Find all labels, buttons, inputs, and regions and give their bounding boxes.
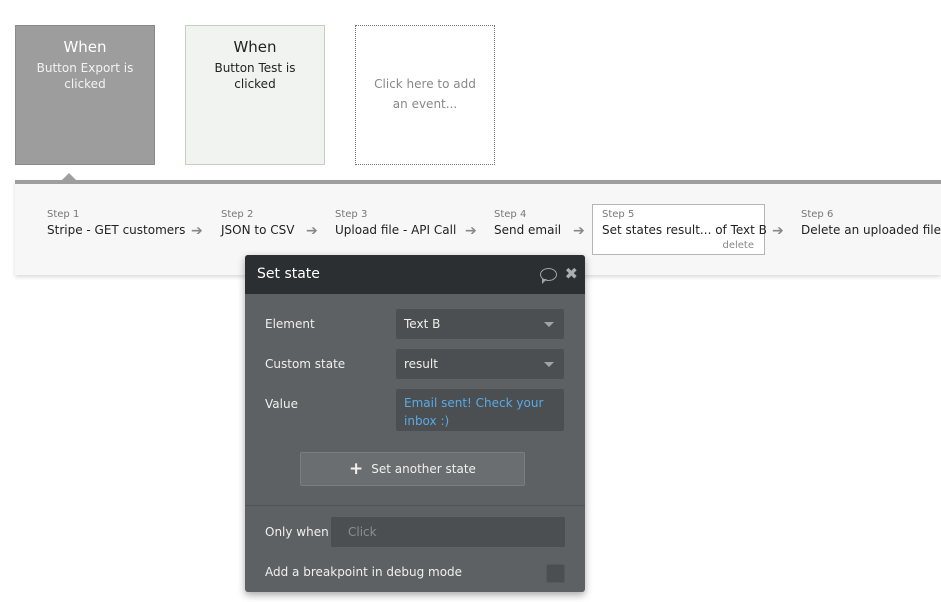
element-dropdown[interactable]: Text B	[396, 309, 564, 339]
event-when-label: When	[63, 38, 107, 56]
panel-title: Set state	[257, 266, 320, 282]
step-2[interactable]: Step 2 JSON to CSV	[221, 208, 294, 256]
element-label: Element	[265, 317, 315, 331]
step-4[interactable]: Step 4 Send email	[494, 208, 561, 256]
breakpoint-label: Add a breakpoint in debug mode	[265, 565, 463, 579]
plus-icon: +	[349, 459, 364, 479]
add-event-text: Click here to add an event...	[374, 77, 476, 111]
close-icon[interactable]: ✖	[565, 265, 578, 283]
custom-state-dropdown[interactable]: result	[396, 349, 564, 379]
comment-icon[interactable]	[540, 268, 557, 284]
set-another-state-label: Set another state	[371, 462, 476, 476]
arrow-right-icon: ➔	[772, 223, 784, 239]
set-state-panel: Set state ✖ Element Text B Custom state …	[245, 255, 585, 592]
chevron-down-icon	[544, 362, 554, 367]
step-number: Step 4	[494, 209, 527, 220]
step-title: Send email	[494, 223, 562, 237]
selected-event-caret-icon	[62, 173, 76, 180]
step-number: Step 5	[602, 209, 635, 220]
panel-divider	[245, 505, 585, 506]
add-event-placeholder[interactable]: Click here to add an event...	[355, 25, 495, 165]
step-title: Upload file - API Call	[335, 223, 457, 237]
delete-step-link[interactable]: delete	[722, 240, 754, 251]
panel-header[interactable]: Set state ✖	[245, 255, 585, 294]
arrow-right-icon: ➔	[573, 223, 585, 239]
step-number: Step 1	[47, 209, 80, 220]
custom-state-label: Custom state	[265, 357, 346, 371]
arrow-right-icon: ➔	[306, 223, 318, 239]
chevron-down-icon	[544, 322, 554, 327]
step-title: Set states result... of Text B	[602, 223, 767, 237]
step-3[interactable]: Step 3 Upload file - API Call	[335, 208, 456, 256]
step-title: Delete an uploaded file	[801, 223, 941, 237]
arrow-right-icon: ➔	[191, 223, 203, 239]
step-number: Step 3	[335, 209, 368, 220]
value-label: Value	[265, 397, 298, 411]
arrow-right-icon: ➔	[465, 223, 477, 239]
event-description: Button Test is clicked	[214, 61, 296, 91]
event-when-label: When	[233, 38, 277, 56]
step-number: Step 2	[221, 209, 254, 220]
only-when-input[interactable]: Click	[331, 517, 565, 547]
set-another-state-button[interactable]: + Set another state	[300, 452, 525, 486]
value-input[interactable]: Email sent! Check your inbox :)	[396, 389, 564, 431]
step-number: Step 6	[801, 209, 834, 220]
only-when-label: Only when	[265, 525, 329, 539]
step-6[interactable]: Step 6 Delete an uploaded file	[801, 208, 941, 256]
custom-state-dropdown-value: result	[404, 357, 438, 371]
step-title: Stripe - GET customers	[47, 223, 186, 237]
element-dropdown-value: Text B	[404, 317, 441, 331]
breakpoint-checkbox[interactable]	[546, 564, 565, 583]
step-title: JSON to CSV	[221, 223, 295, 237]
step-1[interactable]: Step 1 Stripe - GET customers	[47, 208, 185, 256]
event-card-button-export[interactable]: When Button Export is clicked	[15, 25, 155, 165]
event-description: Button Export is clicked	[36, 61, 134, 91]
step-5-selected[interactable]: Step 5 Set states result... of Text B de…	[592, 204, 767, 255]
event-card-button-test[interactable]: When Button Test is clicked	[185, 25, 325, 165]
